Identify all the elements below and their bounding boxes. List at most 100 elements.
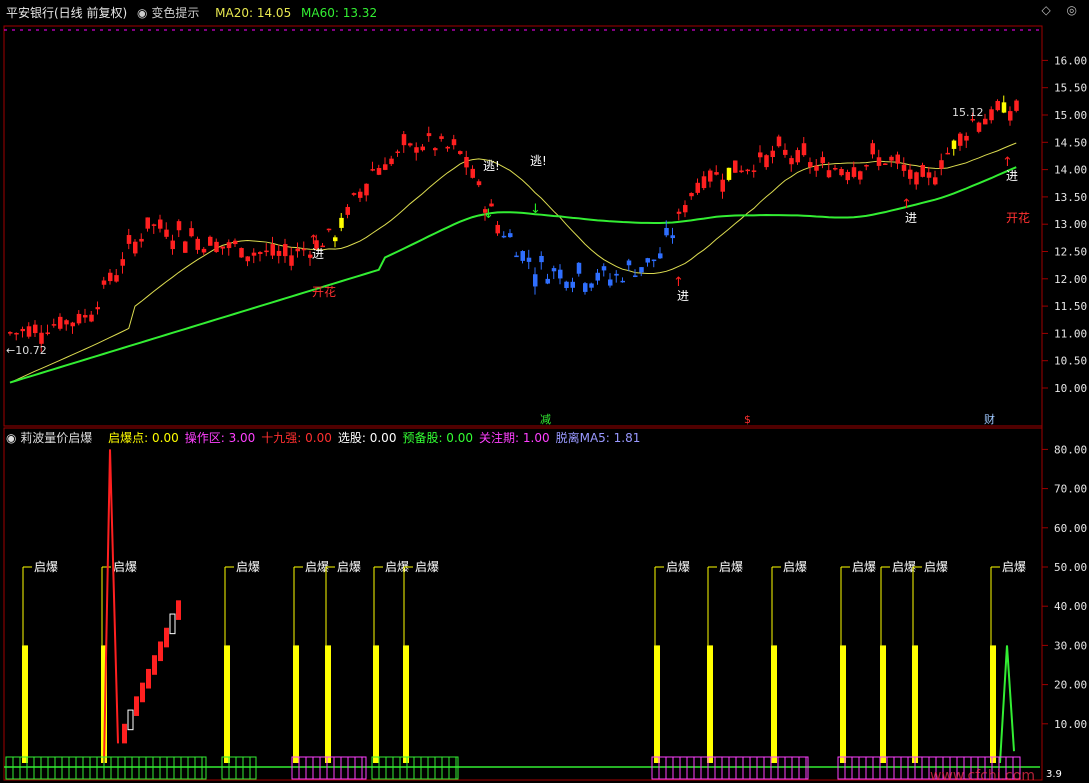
burst-label: 启爆 bbox=[852, 560, 876, 574]
candle bbox=[39, 332, 44, 344]
candle bbox=[170, 240, 175, 250]
candle bbox=[595, 272, 600, 281]
candle bbox=[458, 151, 463, 154]
candle bbox=[664, 227, 669, 236]
burst-bar bbox=[707, 645, 713, 763]
candle bbox=[839, 168, 844, 176]
candle bbox=[89, 314, 94, 322]
candle bbox=[295, 248, 300, 252]
candle bbox=[133, 241, 138, 254]
candle bbox=[251, 252, 257, 256]
burst-bar bbox=[325, 645, 331, 763]
candle bbox=[814, 165, 819, 171]
chart-canvas[interactable]: 16.00 15.50 15.00 14.50 14.00 13.50 13.00 12.50… bbox=[0, 0, 1089, 783]
green-spike-line bbox=[999, 645, 1015, 764]
candle bbox=[995, 100, 1000, 111]
candle bbox=[208, 236, 213, 246]
candle bbox=[51, 324, 57, 326]
candle bbox=[226, 242, 232, 249]
price-tick-label: 14.00 bbox=[1054, 164, 1087, 177]
candle bbox=[545, 278, 550, 284]
candle bbox=[564, 281, 569, 288]
burst-label: 启爆 bbox=[34, 560, 58, 574]
candle bbox=[914, 172, 919, 185]
candle bbox=[826, 170, 832, 178]
high-price-label: 15.12 bbox=[952, 106, 984, 119]
sub-candle bbox=[122, 723, 127, 744]
ma60-line bbox=[9, 166, 1017, 384]
candle bbox=[189, 228, 194, 237]
burst-bar bbox=[912, 645, 918, 763]
sub-indicator-title[interactable]: ◉ 莉波量价启爆 bbox=[6, 431, 98, 445]
candle bbox=[514, 255, 519, 258]
candle bbox=[570, 281, 575, 288]
event-dollar-icon[interactable]: $ bbox=[744, 413, 751, 426]
candle bbox=[520, 251, 525, 261]
sub-candle bbox=[134, 696, 139, 716]
value-tick-label: 30.00 bbox=[1054, 639, 1087, 652]
watermark: www.cfchi.com bbox=[930, 768, 1035, 783]
sub-candle bbox=[152, 655, 157, 675]
candle bbox=[151, 224, 157, 226]
burst-label: 启爆 bbox=[1002, 560, 1026, 574]
candle bbox=[876, 157, 882, 166]
candle bbox=[495, 224, 500, 234]
burst-bar bbox=[403, 645, 409, 763]
up-arrow-icon: ↑ bbox=[308, 233, 319, 248]
zone-block bbox=[371, 756, 459, 780]
candle bbox=[858, 171, 863, 180]
candle bbox=[851, 167, 857, 177]
candle bbox=[695, 182, 700, 193]
candle bbox=[220, 246, 225, 249]
candle bbox=[408, 143, 413, 146]
candle bbox=[626, 260, 632, 266]
candle bbox=[239, 248, 244, 258]
price-tick-label: 10.00 bbox=[1054, 382, 1087, 395]
candle bbox=[770, 150, 775, 158]
candle bbox=[583, 283, 588, 292]
candle bbox=[389, 158, 394, 165]
candle bbox=[233, 240, 238, 245]
candle bbox=[476, 181, 482, 186]
enter-signal-label: 进 bbox=[1006, 169, 1018, 183]
corner-value-label: 3.9 bbox=[1046, 769, 1062, 780]
candle bbox=[45, 332, 50, 334]
candle bbox=[926, 172, 932, 178]
candlestick-series[interactable] bbox=[8, 95, 1019, 352]
sub-candle bbox=[127, 709, 134, 731]
candle bbox=[120, 259, 125, 266]
candle bbox=[464, 157, 469, 168]
indicator-selector[interactable]: ◉ 变色提示 bbox=[137, 6, 205, 20]
enter-signal-label: 进 bbox=[312, 247, 324, 261]
candle bbox=[420, 146, 425, 151]
sub-candle bbox=[176, 600, 181, 620]
candle bbox=[1008, 111, 1013, 121]
candle bbox=[489, 203, 494, 207]
value-tick-label: 50.00 bbox=[1054, 561, 1087, 574]
burst-bar bbox=[990, 645, 996, 763]
candle bbox=[76, 313, 82, 324]
candle bbox=[908, 169, 913, 179]
candle bbox=[26, 326, 32, 337]
candle bbox=[276, 250, 282, 256]
candle bbox=[639, 267, 644, 273]
window-control-icons[interactable]: ◇ ◎ bbox=[1041, 3, 1083, 17]
event-finance-icon[interactable]: 财 bbox=[984, 412, 995, 426]
candle bbox=[539, 255, 544, 263]
candle bbox=[714, 172, 719, 175]
candle bbox=[608, 279, 613, 286]
candle bbox=[764, 155, 769, 168]
candle bbox=[95, 307, 100, 310]
stock-title[interactable]: 平安银行(日线 前复权) bbox=[6, 6, 127, 20]
candle bbox=[783, 149, 788, 155]
candle bbox=[326, 228, 332, 231]
candle bbox=[789, 158, 794, 165]
sub-candle bbox=[158, 641, 163, 662]
candle bbox=[708, 170, 713, 182]
sub-chart-frame bbox=[3, 427, 1043, 781]
value-tick-label: 40.00 bbox=[1054, 600, 1087, 613]
up-arrow-icon: ↑ bbox=[1002, 155, 1013, 170]
candle bbox=[733, 160, 738, 173]
burst-bar bbox=[224, 645, 230, 763]
event-reduce-icon[interactable]: 减 bbox=[540, 413, 551, 426]
